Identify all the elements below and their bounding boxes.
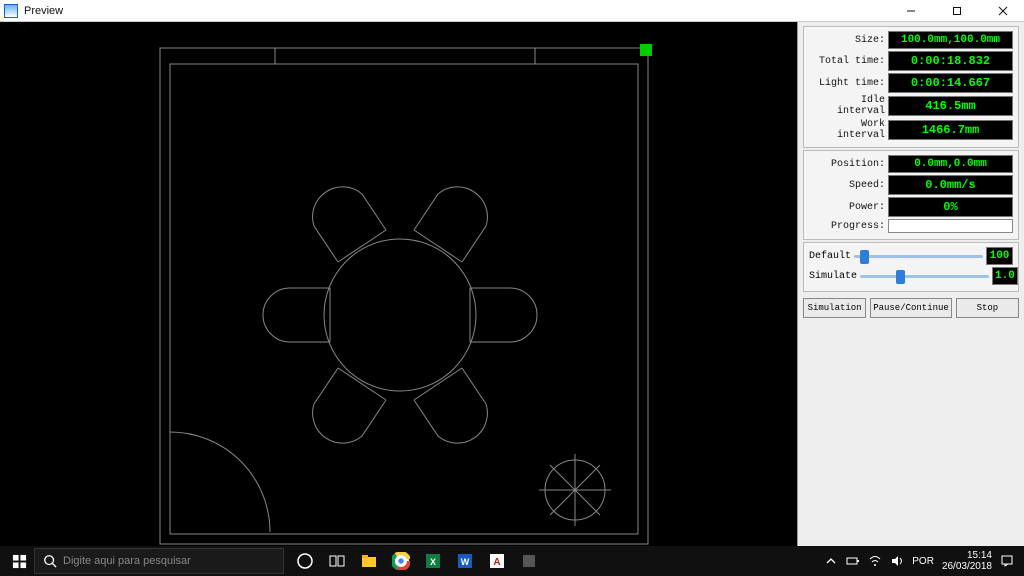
cortana-icon[interactable] xyxy=(290,546,320,576)
app-icon xyxy=(4,4,18,18)
titlebar: Preview xyxy=(0,0,1024,22)
speed-value: 0.0mm/s xyxy=(888,175,1013,195)
pause-continue-button[interactable]: Pause/Continue xyxy=(870,298,952,318)
taskbar-search[interactable]: Digite aqui para pesquisar xyxy=(34,548,284,574)
light-time-label: Light time: xyxy=(809,78,885,89)
total-time-value: 0:00:18.832 xyxy=(888,51,1013,71)
battery-icon[interactable] xyxy=(846,554,860,568)
runtime-position: Position: 0.0mm,0.0mm xyxy=(809,155,1013,173)
window-title: Preview xyxy=(24,5,63,17)
default-slider[interactable] xyxy=(854,249,983,263)
stat-light-time: Light time: 0:00:14.667 xyxy=(809,73,1013,93)
button-row: Simulation Pause/Continue Stop xyxy=(803,298,1019,318)
word-icon[interactable]: W xyxy=(450,546,480,576)
default-value: 100 xyxy=(986,247,1013,265)
runtime-group: Position: 0.0mm,0.0mm Speed: 0.0mm/s Pow… xyxy=(803,150,1019,240)
simulate-value: 1.0 xyxy=(992,267,1018,285)
task-view-icon[interactable] xyxy=(322,546,352,576)
taskbar-apps: X W A xyxy=(290,546,544,576)
preview-canvas[interactable] xyxy=(0,22,797,546)
drawing-svg xyxy=(0,22,797,546)
default-label: Default xyxy=(809,251,851,262)
taskbar: Digite aqui para pesquisar X W A POR 15:… xyxy=(0,546,1024,576)
svg-text:X: X xyxy=(430,557,436,567)
maximize-button[interactable] xyxy=(946,2,968,20)
runtime-progress: Progress: xyxy=(809,219,1013,233)
close-button[interactable] xyxy=(992,2,1014,20)
chrome-icon[interactable] xyxy=(386,546,416,576)
power-value: 0% xyxy=(888,197,1013,217)
stat-size: Size: 100.0mm,100.0mm xyxy=(809,31,1013,49)
clock-time: 15:14 xyxy=(942,550,992,561)
default-slider-row: Default 100 xyxy=(809,247,1013,265)
progress-bar xyxy=(888,219,1013,233)
svg-text:A: A xyxy=(493,557,500,568)
clock-date: 26/03/2018 xyxy=(942,561,992,572)
simulate-slider[interactable] xyxy=(860,269,989,283)
windows-icon xyxy=(12,554,27,569)
tray-chevron-up-icon[interactable] xyxy=(824,554,838,568)
search-placeholder: Digite aqui para pesquisar xyxy=(63,555,191,567)
idle-interval-value: 416.5mm xyxy=(888,96,1013,116)
work-interval-label: Work interval xyxy=(809,119,885,141)
stats-group: Size: 100.0mm,100.0mm Total time: 0:00:1… xyxy=(803,26,1019,148)
start-button[interactable] xyxy=(4,546,34,576)
size-value: 100.0mm,100.0mm xyxy=(888,31,1013,49)
autocad-icon[interactable]: A xyxy=(482,546,512,576)
stop-button[interactable]: Stop xyxy=(956,298,1019,318)
search-icon xyxy=(43,554,57,568)
position-value: 0.0mm,0.0mm xyxy=(888,155,1013,173)
file-explorer-icon[interactable] xyxy=(354,546,384,576)
app-icon-generic[interactable] xyxy=(514,546,544,576)
light-time-value: 0:00:14.667 xyxy=(888,73,1013,93)
language-indicator[interactable]: POR xyxy=(912,556,934,567)
position-label: Position: xyxy=(809,159,885,170)
size-label: Size: xyxy=(809,35,885,46)
window-controls xyxy=(900,2,1020,20)
runtime-power: Power: 0% xyxy=(809,197,1013,217)
runtime-speed: Speed: 0.0mm/s xyxy=(809,175,1013,195)
stat-work-interval: Work interval 1466.7mm xyxy=(809,119,1013,141)
excel-icon[interactable]: X xyxy=(418,546,448,576)
notifications-icon[interactable] xyxy=(1000,554,1014,568)
volume-icon[interactable] xyxy=(890,554,904,568)
total-time-label: Total time: xyxy=(809,56,885,67)
svg-text:W: W xyxy=(461,557,470,567)
simulate-label: Simulate xyxy=(809,271,857,282)
progress-label: Progress: xyxy=(809,221,885,232)
speed-label: Speed: xyxy=(809,180,885,191)
side-panel: Size: 100.0mm,100.0mm Total time: 0:00:1… xyxy=(797,22,1024,546)
stat-total-time: Total time: 0:00:18.832 xyxy=(809,51,1013,71)
wifi-icon[interactable] xyxy=(868,554,882,568)
clock[interactable]: 15:14 26/03/2018 xyxy=(942,550,992,572)
main-area: Size: 100.0mm,100.0mm Total time: 0:00:1… xyxy=(0,22,1024,546)
power-label: Power: xyxy=(809,202,885,213)
idle-interval-label: Idle interval xyxy=(809,95,885,117)
simulate-slider-row: Simulate 1.0 xyxy=(809,267,1013,285)
simulation-button[interactable]: Simulation xyxy=(803,298,866,318)
minimize-button[interactable] xyxy=(900,2,922,20)
system-tray: POR 15:14 26/03/2018 xyxy=(824,550,1020,572)
stat-idle-interval: Idle interval 416.5mm xyxy=(809,95,1013,117)
sliders-group: Default 100 Simulate 1.0 xyxy=(803,242,1019,292)
work-interval-value: 1466.7mm xyxy=(888,120,1013,140)
